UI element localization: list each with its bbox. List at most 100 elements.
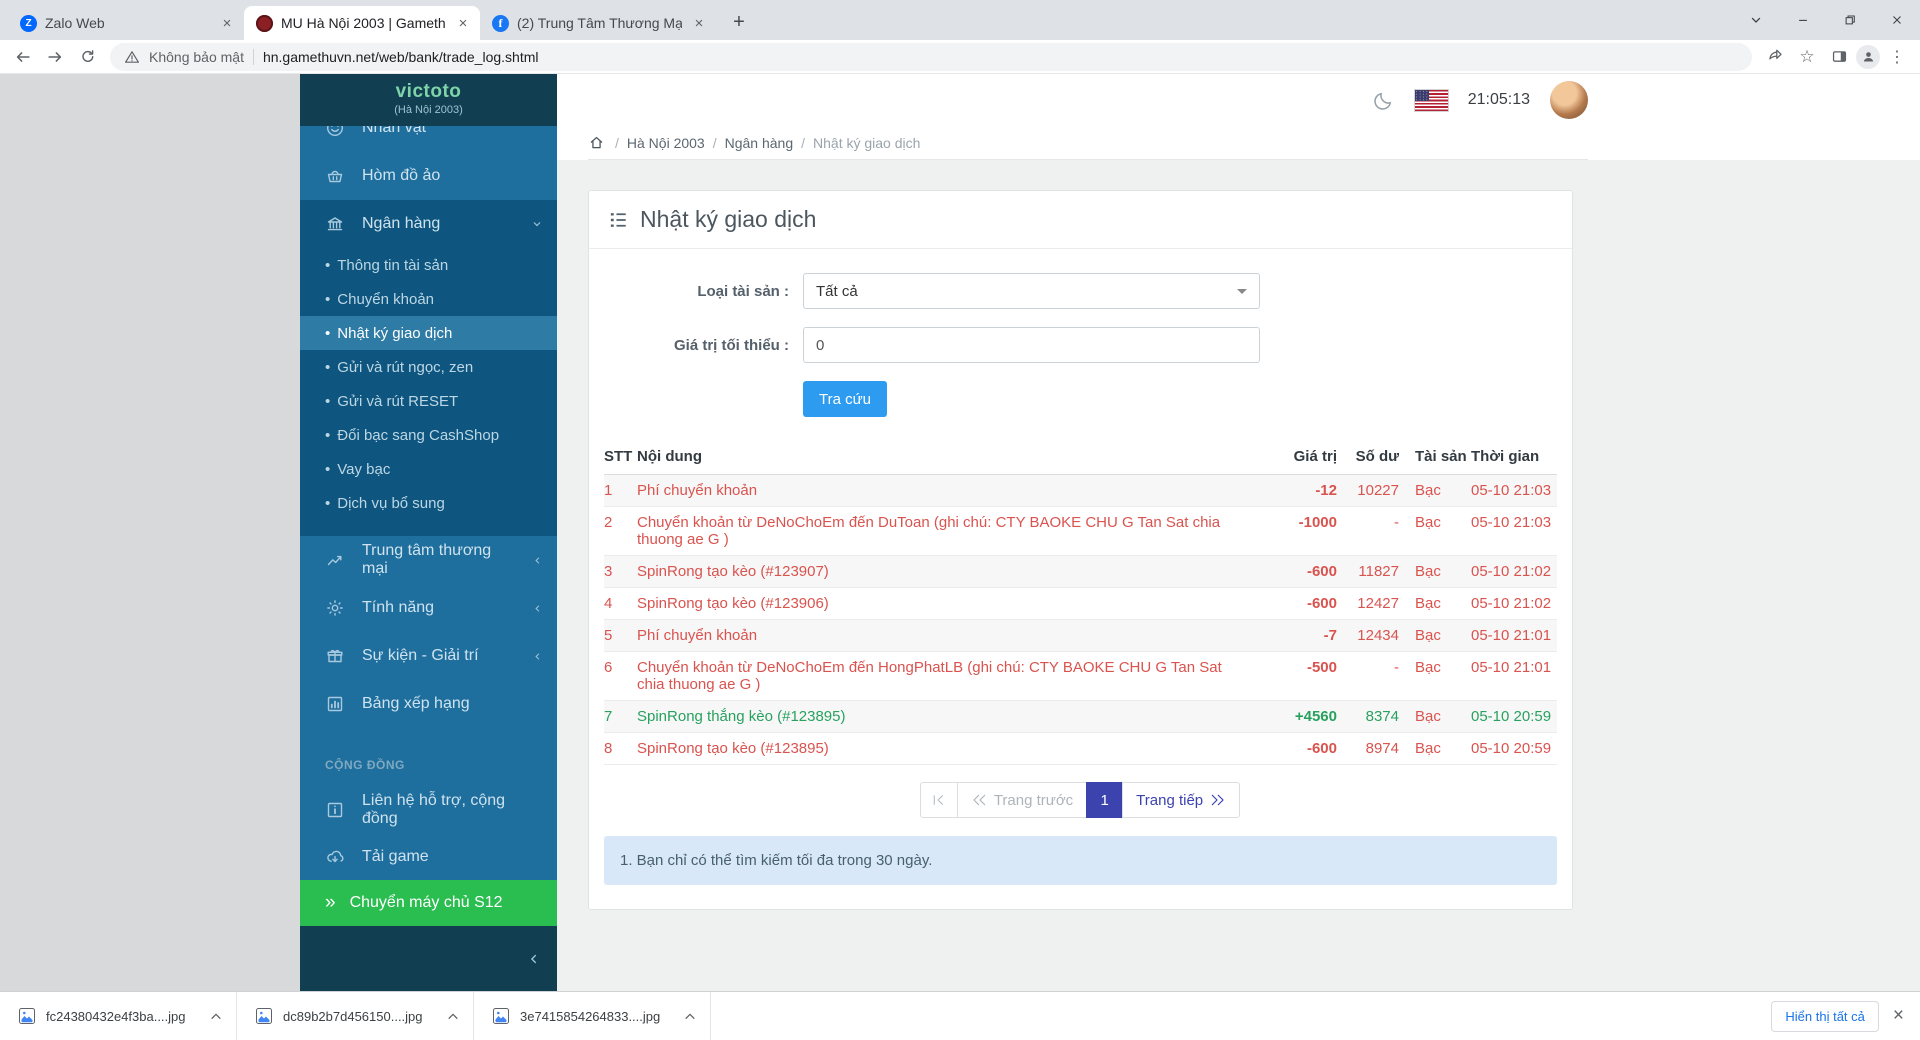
- tab-search-chevron-icon[interactable]: [1732, 0, 1779, 40]
- chevron-up-icon[interactable]: [206, 1008, 226, 1025]
- bank-icon: [325, 214, 345, 234]
- breadcrumb: / Hà Nội 2003 / Ngân hàng / Nhật ký giao…: [557, 126, 1920, 160]
- min-value-input[interactable]: [803, 327, 1260, 363]
- sidebar-subitem-vay-bac[interactable]: •Vay bạc: [300, 452, 557, 486]
- sidebar-subitem-doi-bac-cashshop[interactable]: •Đổi bạc sang CashShop: [300, 418, 557, 452]
- gear-icon: [325, 598, 345, 618]
- close-window-button[interactable]: [1873, 0, 1920, 40]
- menu-kebab-icon[interactable]: ⋮: [1882, 43, 1912, 71]
- sidebar-item-bang-xep-hang[interactable]: Bảng xếp hạng: [300, 680, 557, 728]
- address-bar[interactable]: Không bảo mật hn.gamethuvn.net/web/bank/…: [110, 43, 1752, 71]
- tab-close-icon[interactable]: ×: [218, 14, 236, 32]
- current-page-button[interactable]: 1: [1086, 782, 1123, 818]
- tab-close-icon[interactable]: ×: [454, 14, 472, 32]
- tab-facebook[interactable]: f (2) Trung Tâm Thương Mại - Hội... ×: [480, 6, 716, 40]
- cell-balance: -: [1337, 514, 1399, 531]
- col-header-value: Giá trị: [1249, 448, 1337, 465]
- site-topbar: 21:05:13: [557, 74, 1920, 126]
- reload-button[interactable]: [72, 43, 102, 71]
- brand-subtitle: (Hà Nội 2003): [300, 104, 557, 116]
- tab-gamethuvn-active[interactable]: MU Hà Nội 2003 | GamethuVN.n... ×: [244, 6, 480, 40]
- dark-mode-moon-icon[interactable]: [1373, 89, 1395, 111]
- sidebar-item-lien-he-ho-tro[interactable]: Liên hệ hỗ trợ, cộng đồng: [300, 786, 557, 833]
- cell-stt: 5: [604, 627, 637, 644]
- cell-time: 05-10 20:59: [1471, 708, 1557, 725]
- new-tab-button[interactable]: +: [724, 7, 754, 37]
- table-row: 5Phí chuyển khoản-712434Bạc05-10 21:01: [604, 620, 1557, 652]
- col-header-stt: STT: [604, 448, 637, 465]
- sidebar-item-trung-tam-thuong-mai[interactable]: Trung tâm thương mại: [300, 536, 557, 584]
- cell-value: -600: [1249, 595, 1337, 612]
- breadcrumb-link-ngan-hang[interactable]: Ngân hàng: [725, 135, 794, 151]
- bookmark-star-icon[interactable]: ☆: [1792, 43, 1822, 71]
- info-icon: [325, 800, 345, 820]
- image-file-icon: [492, 1007, 510, 1025]
- sidebar-subitem-nhat-ky-giao-dich[interactable]: •Nhật ký giao dịch: [300, 316, 557, 350]
- show-all-downloads-button[interactable]: Hiển thị tất cả: [1771, 1001, 1879, 1032]
- cell-balance: 12427: [1337, 595, 1399, 612]
- side-panel-icon[interactable]: [1824, 43, 1854, 71]
- us-flag-icon[interactable]: [1415, 90, 1448, 111]
- download-item[interactable]: 3e7415854264833....jpg: [474, 992, 711, 1040]
- back-button[interactable]: [8, 43, 38, 71]
- tab-zalo[interactable]: Z Zalo Web ×: [8, 6, 244, 40]
- gift-icon: [325, 646, 345, 666]
- sidebar-subitem-gui-rut-ngoc-zen[interactable]: •Gửi và rút ngọc, zen: [300, 350, 557, 384]
- left-gutter: [0, 74, 300, 991]
- cell-time: 05-10 21:01: [1471, 627, 1557, 644]
- download-item[interactable]: dc89b2b7d456150....jpg: [237, 992, 474, 1040]
- restore-button[interactable]: [1826, 0, 1873, 40]
- first-page-button[interactable]: [920, 782, 958, 818]
- search-button[interactable]: Tra cứu: [803, 381, 887, 417]
- cell-time: 05-10 21:02: [1471, 563, 1557, 580]
- collapse-sidebar-icon[interactable]: [527, 952, 541, 966]
- breadcrumb-separator: /: [615, 135, 619, 151]
- cell-time: 05-10 21:03: [1471, 514, 1557, 531]
- breadcrumb-link-ha-noi[interactable]: Hà Nội 2003: [627, 135, 705, 151]
- address-divider: [253, 49, 254, 65]
- browser-profile-avatar[interactable]: [1856, 45, 1880, 69]
- next-page-button[interactable]: Trang tiếp: [1122, 782, 1240, 818]
- cell-stt: 6: [604, 659, 637, 676]
- warning-icon: [124, 49, 140, 65]
- switch-server-button[interactable]: » Chuyển máy chủ S12: [300, 880, 557, 926]
- page-viewport: victoto (Hà Nội 2003) Nhân vật Hòm đồ ảo…: [0, 74, 1920, 991]
- chevron-up-icon[interactable]: [443, 1008, 463, 1025]
- image-file-icon: [255, 1007, 273, 1025]
- cell-value: -600: [1249, 563, 1337, 580]
- table-row: 8SpinRong tạo kèo (#123895)-6008974Bạc05…: [604, 733, 1557, 765]
- previous-page-button[interactable]: Trang trước: [957, 782, 1087, 818]
- sidebar-section-community: CỘNG ĐỒNG: [300, 758, 557, 786]
- bullet-icon: •: [325, 393, 330, 410]
- sidebar-subitem-gui-rut-reset[interactable]: •Gửi và rút RESET: [300, 384, 557, 418]
- share-icon[interactable]: [1760, 43, 1790, 71]
- close-downloads-icon[interactable]: ×: [1893, 1005, 1904, 1027]
- download-item[interactable]: fc24380432e4f3ba....jpg: [0, 992, 237, 1040]
- card-header: Nhật ký giao dịch: [589, 191, 1572, 249]
- chevron-up-icon[interactable]: [680, 1008, 700, 1025]
- sidebar-item-hom-do-ao[interactable]: Hòm đồ ảo: [300, 152, 557, 200]
- sidebar-item-ngan-hang[interactable]: Ngân hàng: [300, 200, 557, 248]
- mu-favicon-icon: [256, 15, 273, 32]
- forward-button[interactable]: [40, 43, 70, 71]
- sidebar-item-tinh-nang[interactable]: Tính năng: [300, 584, 557, 632]
- sidebar-subitem-chuyen-khoan[interactable]: •Chuyển khoản: [300, 282, 557, 316]
- user-avatar[interactable]: [1550, 81, 1588, 119]
- sidebar-subitem-dich-vu-bo-sung[interactable]: •Dịch vụ bổ sung: [300, 486, 557, 520]
- home-icon[interactable]: [588, 134, 605, 151]
- cloud-download-icon: [325, 847, 345, 867]
- sidebar-subitem-thong-tin-tai-san[interactable]: •Thông tin tài sản: [300, 248, 557, 282]
- table-row: 6Chuyển khoản từ DeNoChoEm đến HongPhatL…: [604, 652, 1557, 701]
- sidebar-item-label: Sự kiện - Giải trí: [362, 647, 479, 665]
- cell-asset: Bạc: [1415, 708, 1471, 725]
- minimize-button[interactable]: [1779, 0, 1826, 40]
- tab-title: Zalo Web: [45, 15, 210, 31]
- sidebar-menu: Nhân vật Hòm đồ ảo Ngân hàng •Thông tin …: [300, 104, 557, 880]
- sidebar-item-su-kien-giai-tri[interactable]: Sự kiện - Giải trí: [300, 632, 557, 680]
- sidebar-item-label: Hòm đồ ảo: [362, 167, 440, 185]
- sidebar-item-tai-game[interactable]: Tải game: [300, 833, 557, 880]
- col-header-content: Nội dung: [637, 448, 1249, 465]
- tab-close-icon[interactable]: ×: [690, 14, 708, 32]
- breadcrumb-current: Nhật ký giao dịch: [813, 135, 920, 151]
- asset-type-select[interactable]: Tất cả: [803, 273, 1260, 309]
